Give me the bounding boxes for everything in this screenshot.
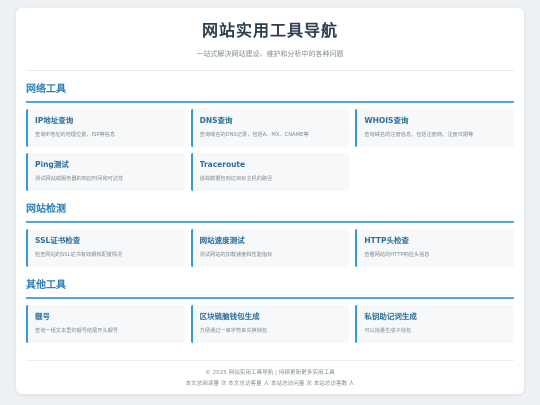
tool-description: 测试网站的加载速度和性能指标 — [199, 252, 273, 258]
tool-name: HTTP头检查 — [364, 236, 410, 245]
tool-card-http-header-check[interactable]: HTTP头检查 查看网站的HTTP响应头信息 — [355, 229, 514, 267]
tool-description: 查看网站的HTTP响应头信息 — [364, 252, 430, 258]
tool-description: 方便通过一串字符来兑换钱包 — [199, 328, 268, 334]
footer-visit-stats: 本文总阅读量 次 本文总访客量 人 本站总访问量 次 本站总访客数 人 — [185, 381, 355, 387]
section-title: 网站检测 — [26, 204, 66, 215]
tool-name: 靓号 — [35, 312, 50, 321]
tool-card-traceroute[interactable]: Traceroute 追踪数据包到达目标主机的路径 — [190, 153, 350, 191]
tool-grid: 靓号 查询一组文本里的靓号结尾开头靓号 区块链脑钱包生成 方便通过一串字符来兑换… — [26, 305, 514, 343]
page-subtitle: 一站式解决网站建设、维护和分析中的各种问题 — [196, 50, 344, 58]
page-footer: © 2025 网站实用工具导航 | 持续更新更多实用工具 本文总阅读量 次 本文… — [26, 360, 514, 389]
tool-name: 区块链脑钱包生成 — [199, 312, 260, 321]
tool-description: 可以批量生成子钱包 — [364, 328, 412, 334]
main-panel: 网站实用工具导航 一站式解决网站建设、维护和分析中的各种问题 网络工具 IP地址… — [16, 8, 524, 394]
tool-name: WHOIS查询 — [364, 116, 409, 125]
footer-copyright: © 2025 网站实用工具导航 | 持续更新更多实用工具 — [205, 370, 335, 376]
tool-card-whois-lookup[interactable]: WHOIS查询 查询域名的注册信息，包括注册商、注册日期等 — [355, 109, 514, 147]
section-divider — [26, 221, 514, 223]
tool-grid: IP地址查询 查询IP地址的地理位置、ISP等信息 DNS查询 查询域名的DNS… — [26, 109, 514, 191]
tool-card-mnemonic-generator[interactable]: 私钥助记词生成 可以批量生成子钱包 — [355, 305, 514, 343]
tool-description: 查询域名的DNS记录，包括A、MX、CNAME等 — [199, 132, 309, 138]
tool-name: 私钥助记词生成 — [364, 312, 417, 321]
tool-description: 查询一组文本里的靓号结尾开头靓号 — [35, 328, 119, 334]
section-divider — [26, 297, 514, 299]
tool-grid: SSL证书检查 检查网站的SSL证书有效期和配置情况 网站速度测试 测试网站的加… — [26, 229, 514, 267]
tool-name: 网站速度测试 — [199, 236, 245, 245]
tool-description: 检查网站的SSL证书有效期和配置情况 — [35, 252, 123, 258]
page-header: 网站实用工具导航 一站式解决网站建设、维护和分析中的各种问题 — [26, 8, 514, 59]
tool-card-ping-test[interactable]: Ping测试 测试网站或服务器的响应时间和可达性 — [26, 153, 185, 191]
header-divider — [26, 70, 514, 71]
section-site-checks: 网站检测 SSL证书检查 检查网站的SSL证书有效期和配置情况 网站速度测试 测… — [26, 203, 514, 267]
section-title: 网络工具 — [26, 84, 66, 95]
section-other-tools: 其他工具 靓号 查询一组文本里的靓号结尾开头靓号 区块链脑钱包生成 方便通过一串… — [26, 279, 514, 343]
tool-card-vanity-number[interactable]: 靓号 查询一组文本里的靓号结尾开头靓号 — [26, 305, 185, 343]
tool-name: Ping测试 — [35, 160, 69, 169]
tool-name: DNS查询 — [199, 116, 233, 125]
tool-description: 测试网站或服务器的响应时间和可达性 — [35, 176, 124, 182]
tool-description: 查询域名的注册信息，包括注册商、注册日期等 — [364, 132, 474, 138]
tool-name: Traceroute — [199, 160, 246, 169]
section-network-tools: 网络工具 IP地址查询 查询IP地址的地理位置、ISP等信息 DNS查询 查询域… — [26, 83, 514, 191]
section-divider — [26, 101, 514, 103]
tool-card-ip-lookup[interactable]: IP地址查询 查询IP地址的地理位置、ISP等信息 — [26, 109, 185, 147]
tool-card-ssl-check[interactable]: SSL证书检查 检查网站的SSL证书有效期和配置情况 — [26, 229, 185, 267]
tool-description: 查询IP地址的地理位置、ISP等信息 — [35, 132, 116, 138]
tool-name: IP地址查询 — [35, 116, 74, 125]
section-title: 其他工具 — [26, 280, 66, 291]
tool-card-speed-test[interactable]: 网站速度测试 测试网站的加载速度和性能指标 — [190, 229, 350, 267]
page-title: 网站实用工具导航 — [201, 21, 338, 40]
tool-name: SSL证书检查 — [35, 236, 81, 245]
tool-card-dns-lookup[interactable]: DNS查询 查询域名的DNS记录，包括A、MX、CNAME等 — [190, 109, 350, 147]
tool-card-brain-wallet[interactable]: 区块链脑钱包生成 方便通过一串字符来兑换钱包 — [190, 305, 350, 343]
tool-description: 追踪数据包到达目标主机的路径 — [199, 176, 273, 182]
